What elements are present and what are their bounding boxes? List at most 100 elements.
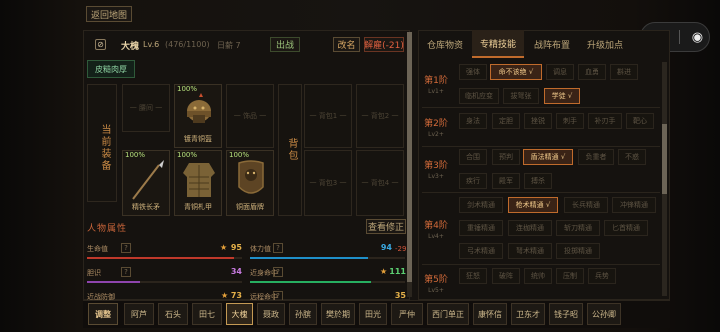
skill-blunt-edge[interactable]: 挫锐 bbox=[524, 113, 552, 129]
skill-break-formation[interactable]: 破阵 bbox=[492, 268, 520, 284]
dismiss-button[interactable]: 解雇(-21) bbox=[364, 37, 404, 52]
rename-button[interactable]: 改名 bbox=[333, 37, 360, 52]
shield-slot[interactable]: 100% 铜面盾牌 bbox=[226, 150, 274, 216]
skill-steady-nerve[interactable]: 定胆 bbox=[492, 113, 520, 129]
armor-slot[interactable]: 100% 青铜札甲 bbox=[174, 150, 222, 216]
skill-burden-bearer[interactable]: 负重者 bbox=[578, 149, 614, 165]
hero-name: 大槐 bbox=[121, 42, 140, 52]
back-to-map-button[interactable]: 返回地图 bbox=[86, 6, 132, 22]
skill-crossbow-mastery[interactable]: 弩术精通 bbox=[508, 243, 552, 259]
skill-rear-guard[interactable]: 殿军 bbox=[492, 173, 520, 189]
skill-frenzy[interactable]: 狂怒 bbox=[459, 268, 487, 284]
courage-help-icon[interactable]: ? bbox=[121, 267, 131, 277]
skill-breathe[interactable]: 调息 bbox=[546, 64, 574, 80]
tier-4-name: 第4阶 bbox=[424, 221, 448, 231]
skill-dagger-mastery[interactable]: 匕首精通 bbox=[604, 220, 648, 236]
skill-suppress[interactable]: 压制 bbox=[556, 268, 584, 284]
roster-hero-13[interactable]: 钱子昭 bbox=[549, 303, 583, 325]
hp-bar bbox=[87, 257, 242, 259]
weapon-slot[interactable]: 100% 精铁长矛 bbox=[122, 150, 170, 216]
bag-slot-1[interactable]: 一 背包1 一 bbox=[304, 84, 352, 148]
skill-not-fated-to-die[interactable]: 命不该绝 √ bbox=[490, 64, 542, 80]
stamina-delta: -29 bbox=[395, 245, 407, 253]
stamina-help-icon[interactable]: ? bbox=[273, 243, 283, 253]
tier-1-req: Lv1+ bbox=[428, 88, 444, 95]
skill-blood-brave[interactable]: 血勇 bbox=[578, 64, 606, 80]
skill-blade-mastery[interactable]: 斩刀精通 bbox=[556, 220, 600, 236]
hero-exp: (476/1100) bbox=[165, 40, 210, 49]
helmet-slot[interactable]: 100% 镀青铜盔 bbox=[174, 84, 222, 148]
skill-finisher[interactable]: 补刃手 bbox=[588, 113, 622, 129]
hp-help-icon[interactable]: ? bbox=[121, 243, 131, 253]
skills-scrollbar-thumb[interactable] bbox=[662, 124, 667, 194]
skill-strong-body[interactable]: 强体 bbox=[459, 64, 487, 80]
skill-polearm-mastery[interactable]: 长兵精通 bbox=[564, 197, 608, 213]
roster-hero-10[interactable]: 西门单正 bbox=[427, 303, 469, 325]
skill-bullseye[interactable]: 靶心 bbox=[626, 113, 654, 129]
skills-scrollbar[interactable] bbox=[662, 62, 667, 296]
close-circle-icon[interactable]: ◉ bbox=[692, 30, 703, 45]
tab-formation[interactable]: 战阵布置 bbox=[526, 30, 578, 58]
skill-crossbow-tension[interactable]: 拔弩张 bbox=[503, 88, 539, 104]
skill-shield-mastery[interactable]: 盾法精通 √ bbox=[523, 149, 573, 165]
tab-skills[interactable]: 专精技能 bbox=[472, 30, 524, 58]
skill-anticipate[interactable]: 预判 bbox=[492, 149, 520, 165]
roster-hero-8[interactable]: 田光 bbox=[359, 303, 387, 325]
roster-adjust-button[interactable]: 调整 bbox=[88, 303, 118, 325]
helmet-name: 镀青铜盔 bbox=[184, 135, 212, 143]
tier-2-name: 第2阶 bbox=[424, 119, 448, 129]
current-equip-label: 当前装备 bbox=[99, 124, 110, 172]
melee-bar bbox=[250, 281, 405, 283]
lock-toggle-icon[interactable]: ⊘ bbox=[95, 39, 106, 50]
skill-charge-mastery[interactable]: 冲锋精通 bbox=[612, 197, 656, 213]
skill-throw-mastery[interactable]: 投掷精通 bbox=[556, 243, 600, 259]
roster-hero-9[interactable]: 严仲 bbox=[391, 303, 423, 325]
roster-hero-7[interactable]: 樊於期 bbox=[321, 303, 355, 325]
tab-warehouse[interactable]: 仓库物资 bbox=[420, 30, 470, 58]
roster-hero-3[interactable]: 田七 bbox=[192, 303, 222, 325]
skill-spear-mastery[interactable]: 枪术精通 √ bbox=[508, 197, 558, 213]
melee-value: 111 bbox=[389, 267, 406, 276]
bag-slot-2[interactable]: 一 背包2 一 bbox=[356, 84, 404, 148]
roster-hero-5[interactable]: 聂政 bbox=[257, 303, 285, 325]
skill-bow-mastery[interactable]: 弓术精通 bbox=[459, 243, 503, 259]
left-scrollbar-thumb[interactable] bbox=[407, 32, 412, 282]
skill-adapt[interactable]: 临机应变 bbox=[459, 88, 499, 104]
skill-thorn-hand[interactable]: 刺手 bbox=[556, 113, 584, 129]
skill-footwork[interactable]: 身法 bbox=[459, 113, 487, 129]
tab-upgrade[interactable]: 升级加点 bbox=[580, 30, 630, 58]
skill-encircle[interactable]: 合围 bbox=[459, 149, 487, 165]
left-scrollbar[interactable] bbox=[407, 32, 412, 297]
bag-slot-3[interactable]: 一 背包3 一 bbox=[304, 150, 352, 216]
accessory-slot[interactable]: 一 饰品 一 bbox=[226, 84, 274, 148]
skill-brawl[interactable]: 搏杀 bbox=[524, 173, 552, 189]
expedition-button[interactable]: 出战 bbox=[270, 37, 300, 52]
tier-4-req: Lv4+ bbox=[428, 233, 444, 240]
skill-unwavering[interactable]: 不惑 bbox=[618, 149, 646, 165]
waist-slot[interactable]: 一 腰间 一 bbox=[122, 84, 170, 132]
roster-hero-4[interactable]: 大槐 bbox=[226, 303, 253, 325]
trait-tag[interactable]: 皮糙肉厚 bbox=[87, 60, 135, 78]
skill-command[interactable]: 统帅 bbox=[524, 268, 552, 284]
view-modifiers-button[interactable]: 查看修正 bbox=[366, 219, 406, 234]
roster-hero-6[interactable]: 孙膑 bbox=[289, 303, 317, 325]
roster-hero-2[interactable]: 石头 bbox=[158, 303, 188, 325]
tier-2-req: Lv2+ bbox=[428, 131, 444, 138]
skill-flail-mastery[interactable]: 连枷精通 bbox=[508, 220, 552, 236]
skill-swift-march[interactable]: 疾行 bbox=[459, 173, 487, 189]
weapon-name: 精铁长矛 bbox=[132, 203, 160, 211]
roster-hero-14[interactable]: 公孙卿 bbox=[587, 303, 621, 325]
skill-apprentice[interactable]: 学徒 √ bbox=[544, 88, 580, 104]
bag-slot-4[interactable]: 一 背包4 一 bbox=[356, 150, 404, 216]
skill-sword-mastery[interactable]: 剑术精通 bbox=[459, 197, 503, 213]
melee-help-icon[interactable]: ? bbox=[273, 267, 283, 277]
roster-hero-12[interactable]: 卫东才 bbox=[511, 303, 545, 325]
skill-advance[interactable]: 斟进 bbox=[610, 64, 638, 80]
tier-divider bbox=[422, 146, 660, 147]
skill-momentum[interactable]: 兵势 bbox=[588, 268, 616, 284]
game-screen: 返回地图 ••• ◉ ⊘ 大槐 Lv.6 (476/1100) 日薪 7 出战 … bbox=[0, 0, 720, 332]
skill-hammer-mastery[interactable]: 重锤精通 bbox=[459, 220, 503, 236]
roster-hero-1[interactable]: 阿芦 bbox=[124, 303, 154, 325]
roster-hero-11[interactable]: 康怀信 bbox=[473, 303, 507, 325]
tier-5-req: Lv5+ bbox=[428, 287, 444, 294]
